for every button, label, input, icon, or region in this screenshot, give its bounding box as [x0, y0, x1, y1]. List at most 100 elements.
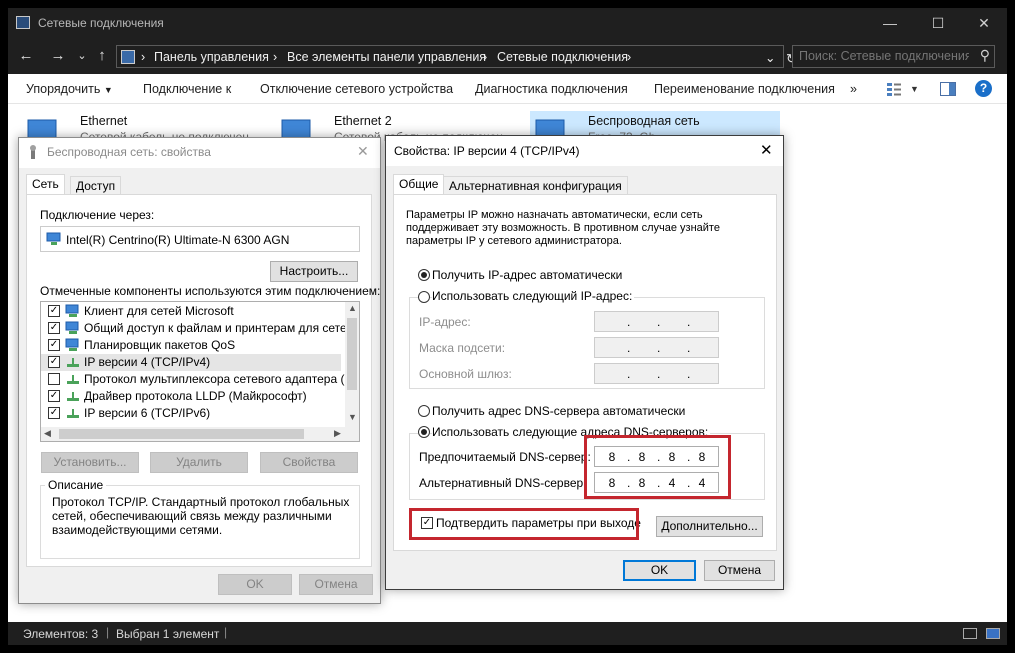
component-list-item[interactable]: ✓ IP версии 4 (TCP/IPv4): [41, 354, 341, 371]
auto-ip-radio[interactable]: [418, 269, 430, 281]
horizontal-scrollbar[interactable]: ◀ ▶: [41, 427, 359, 441]
vertical-scrollbar[interactable]: ▲ ▼: [345, 302, 359, 427]
scrollbar-thumb[interactable]: [347, 318, 357, 390]
auto-dns-label[interactable]: Получить адрес DNS-сервера автоматически: [432, 404, 685, 418]
chevron-down-icon[interactable]: ▼: [348, 412, 357, 422]
chevron-down-icon[interactable]: ▼: [910, 84, 919, 94]
description-text-line: взаимодействующими сетями.: [52, 523, 223, 537]
breadcrumb-control-panel[interactable]: Панель управления: [154, 50, 269, 64]
tab-sharing[interactable]: Доступ: [70, 176, 122, 196]
chevron-left-icon[interactable]: ◀: [44, 428, 51, 439]
network-client-icon: [65, 304, 81, 318]
tiles-view-icon[interactable]: [986, 628, 1000, 639]
ok-button[interactable]: OK: [623, 560, 696, 581]
auto-dns-radio[interactable]: [418, 405, 430, 417]
adapter-name: Intel(R) Centrino(R) Ultimate-N 6300 AGN: [66, 233, 290, 247]
component-checkbox[interactable]: ✓: [48, 356, 60, 368]
component-checkbox[interactable]: [48, 373, 60, 385]
search-box[interactable]: ⚲: [792, 45, 995, 68]
component-label: Протокол мультиплексора сетевого адаптер…: [84, 372, 360, 386]
breadcrumb[interactable]: › Панель управления › Все элементы панел…: [116, 45, 784, 68]
component-label: Общий доступ к файлам и принтерам для се…: [84, 321, 360, 335]
cancel-button[interactable]: Отмена: [299, 574, 373, 595]
search-input[interactable]: [799, 49, 969, 63]
maximize-button[interactable]: ☐: [928, 13, 948, 33]
disable-device-button[interactable]: Отключение сетевого устройства: [260, 82, 453, 96]
component-list-item[interactable]: ✓ Общий доступ к файлам и принтерам для с…: [41, 320, 359, 337]
protocol-icon: [65, 355, 81, 369]
forward-arrow-icon[interactable]: →: [48, 47, 68, 65]
component-checkbox[interactable]: ✓: [48, 390, 60, 402]
component-checkbox[interactable]: ✓: [48, 339, 60, 351]
connect-to-button[interactable]: Подключение к: [143, 82, 231, 96]
preview-pane-icon[interactable]: [940, 82, 956, 96]
back-arrow-icon[interactable]: ←: [16, 47, 36, 65]
scrollbar-thumb[interactable]: [59, 429, 304, 439]
view-options-icon[interactable]: [886, 82, 902, 96]
cancel-button[interactable]: Отмена: [704, 560, 775, 581]
component-list-item[interactable]: ✓ Планировщик пакетов QoS: [41, 337, 341, 354]
component-list-item[interactable]: ✓ Клиент для сетей Microsoft: [41, 303, 341, 320]
close-button[interactable]: ✕: [974, 13, 994, 33]
dialog-close-button[interactable]: ✕: [357, 143, 369, 160]
help-icon[interactable]: ?: [975, 80, 992, 97]
breadcrumb-all-items[interactable]: Все элементы панели управления: [287, 50, 486, 64]
search-icon: ⚲: [979, 47, 990, 63]
chevron-right-icon[interactable]: ▶: [334, 428, 341, 439]
properties-button[interactable]: Свойства: [260, 452, 358, 473]
remove-button[interactable]: Удалить: [150, 452, 248, 473]
ok-button[interactable]: OK: [218, 574, 292, 595]
more-commands-button[interactable]: »: [850, 82, 857, 96]
breadcrumb-network-connections[interactable]: Сетевые подключения: [497, 50, 628, 64]
adapter-field: Intel(R) Centrino(R) Ultimate-N 6300 AGN: [40, 226, 360, 252]
details-view-icon[interactable]: [963, 628, 977, 639]
tab-network[interactable]: Сеть: [26, 174, 65, 196]
intro-text-line: параметры IP у сетевого администратора.: [406, 235, 622, 247]
protocol-icon: [65, 372, 81, 386]
wireless-properties-dialog: Беспроводная сеть: свойства ✕ Сеть Досту…: [18, 137, 381, 604]
connection-name: Ethernet: [80, 114, 128, 128]
dns-highlight-box: [584, 435, 731, 499]
component-checkbox[interactable]: ✓: [48, 305, 60, 317]
manual-ip-radio[interactable]: [418, 291, 430, 303]
manual-ip-label[interactable]: Использовать следующий IP-адрес:: [432, 289, 635, 303]
network-adapter-icon: [46, 232, 62, 246]
rename-button[interactable]: Переименование подключения: [654, 82, 835, 96]
validate-highlight-box: [409, 508, 639, 540]
tab-alternate-config[interactable]: Альтернативная конфигурация: [443, 176, 628, 196]
component-list-item[interactable]: Протокол мультиплексора сетевого адаптер…: [41, 371, 359, 388]
ip-address-field[interactable]: ...: [594, 311, 719, 332]
component-checkbox[interactable]: ✓: [48, 407, 60, 419]
ipv4-properties-dialog: Свойства: IP версии 4 (TCP/IPv4) ✕ Общие…: [385, 135, 784, 590]
auto-ip-label[interactable]: Получить IP-адрес автоматически: [432, 268, 622, 282]
connect-via-label: Подключение через:: [40, 208, 155, 222]
dialog-close-button[interactable]: ✕: [760, 141, 773, 159]
dialog-title-bar: Беспроводная сеть: свойства ✕: [19, 138, 380, 168]
protocol-icon: [65, 389, 81, 403]
gateway-field[interactable]: ...: [594, 363, 719, 384]
diagnose-button[interactable]: Диагностика подключения: [475, 82, 628, 96]
component-checkbox[interactable]: ✓: [48, 322, 60, 334]
organize-menu[interactable]: Упорядочить ▼: [26, 82, 113, 96]
component-label: IP версии 6 (TCP/IPv6): [84, 406, 211, 420]
up-arrow-icon[interactable]: ↑: [92, 47, 112, 65]
description-title: Описание: [45, 478, 107, 492]
chevron-down-icon[interactable]: ⌄: [72, 47, 92, 65]
manual-dns-radio[interactable]: [418, 426, 430, 438]
description-text-line: сетей, обеспечивающий связь между различ…: [52, 509, 332, 523]
chevron-up-icon[interactable]: ▲: [348, 303, 357, 313]
command-toolbar: Упорядочить ▼ Подключение к Отключение с…: [8, 74, 1007, 104]
chevron-down-icon[interactable]: ⌄: [765, 50, 775, 65]
component-list-item[interactable]: ✓ IP версии 6 (TCP/IPv6): [41, 405, 341, 422]
subnet-mask-field[interactable]: ...: [594, 337, 719, 358]
component-list-item[interactable]: ✓ Драйвер протокола LLDP (Майкрософт): [41, 388, 341, 405]
minimize-button[interactable]: —: [880, 13, 900, 33]
window-title: Сетевые подключения: [38, 16, 164, 30]
tab-general[interactable]: Общие: [393, 174, 445, 196]
general-tab-panel: Параметры IP можно назначать автоматичес…: [393, 194, 777, 551]
advanced-button[interactable]: Дополнительно...: [656, 516, 763, 537]
connection-name: Ethernet 2: [334, 114, 392, 128]
configure-button[interactable]: Настроить...: [270, 261, 358, 282]
status-bar: Элементов: 3 | Выбран 1 элемент |: [8, 622, 1007, 645]
install-button[interactable]: Установить...: [41, 452, 139, 473]
